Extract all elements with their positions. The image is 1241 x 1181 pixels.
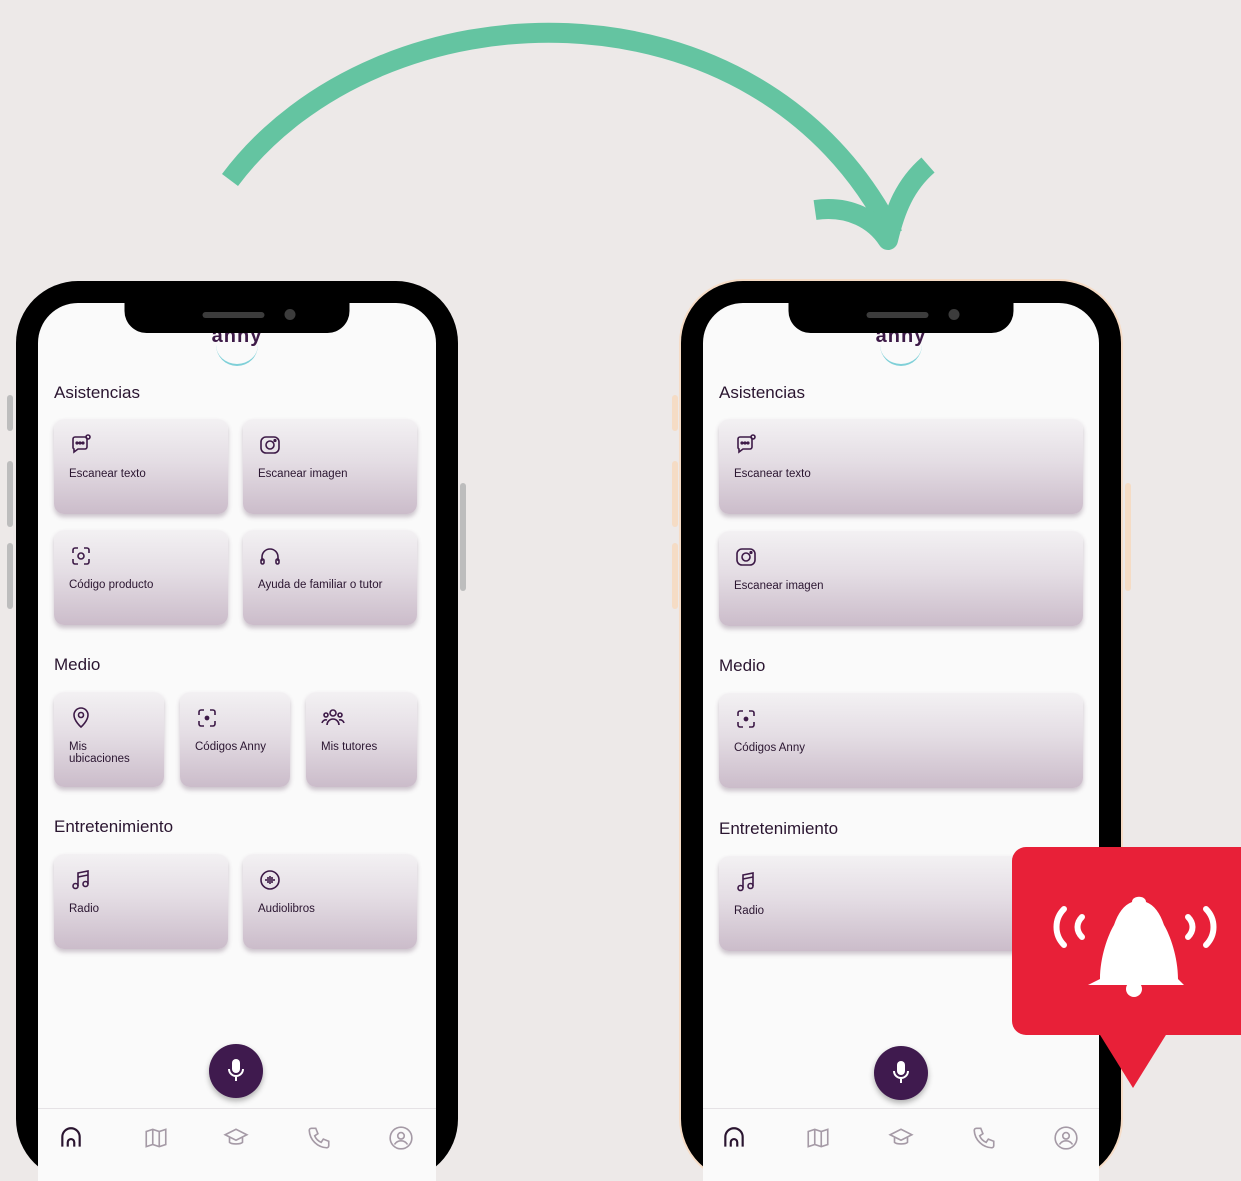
logo-smile [880,340,922,366]
chat-scan-icon [72,434,91,454]
card-escanear-imagen[interactable]: Escanear imagen [243,419,417,514]
transition-arrow [222,22,935,250]
profile-icon[interactable] [1053,1125,1079,1151]
card-codigos-anny[interactable]: Códigos Anny [180,692,290,787]
card-escanear-texto[interactable]: Escanear texto [719,419,1083,514]
card-label: Ayuda de familiar o tutor [258,579,383,591]
music-note-icon [72,870,89,890]
app-screen: anny Asistencias Escanear texto Escanear… [38,303,436,1181]
alarm-bell-icon [1053,896,1217,997]
section-title-medio: Medio [719,656,766,675]
section-title-entretenimiento: Entretenimiento [719,819,839,838]
front-camera [948,309,960,320]
camera-icon [260,436,280,454]
chat-scan-icon [737,434,756,454]
alert-badge [1012,847,1241,1035]
map-icon[interactable] [143,1125,169,1151]
map-icon[interactable] [805,1125,831,1151]
card-label: Mis tutores [321,741,378,753]
logo-smile [216,340,258,366]
phone-icon[interactable] [971,1125,997,1151]
bottom-tab-bar [703,1108,1099,1181]
music-note-icon [737,872,754,892]
section-title-medio: Medio [54,655,101,674]
section-title-entretenimiento: Entretenimiento [54,817,174,836]
card-label: Escanear texto [69,468,146,480]
card-audiolibros[interactable]: Audiolibros [243,854,417,949]
volume-up-button [7,461,13,527]
barcode-scan-icon [72,547,90,565]
group-icon [321,709,345,726]
card-label: Mis ubicaciones [69,741,130,765]
headphones-icon [260,548,280,565]
card-escanear-texto[interactable]: Escanear texto [54,419,228,514]
card-radio[interactable]: Radio [54,854,228,949]
mute-switch [672,395,678,431]
alert-badge-tail [1097,1030,1169,1088]
card-escanear-imagen[interactable]: Escanear imagen [719,531,1083,626]
home-icon[interactable] [721,1125,747,1151]
profile-icon[interactable] [388,1125,414,1151]
card-label: Códigos Anny [195,741,266,753]
app-screen: anny Asistencias Escanear texto Escanear… [703,303,1099,1181]
mute-switch [7,395,13,431]
graduation-cap-icon[interactable] [888,1125,914,1151]
section-title-asistencias: Asistencias [54,383,140,402]
card-codigos-anny[interactable]: Códigos Anny [719,693,1083,788]
card-codigo-producto[interactable]: Código producto [54,530,228,625]
microphone-button[interactable] [209,1044,263,1098]
card-label: Audiolibros [258,903,315,915]
phone-after: anny Asistencias Escanear texto Escanear… [681,281,1121,1181]
phone-icon[interactable] [306,1125,332,1151]
card-mis-tutores[interactable]: Mis tutores [306,692,417,787]
audio-wave-icon [260,870,280,890]
camera-icon [736,548,756,566]
power-button [460,483,466,591]
card-mis-ubicaciones[interactable]: Mis ubicaciones [54,692,164,787]
card-ayuda-familiar[interactable]: Ayuda de familiar o tutor [243,530,417,625]
microphone-icon [893,1061,909,1083]
notch [788,303,1014,333]
home-icon[interactable] [58,1125,84,1151]
volume-up-button [672,461,678,527]
notch [124,303,350,333]
qr-scan-icon [737,710,755,728]
front-camera [284,309,296,320]
card-label: Códigos Anny [734,742,805,754]
card-label: Escanear imagen [258,468,348,480]
volume-down-button [672,543,678,609]
section-title-asistencias: Asistencias [719,383,805,402]
qr-scan-icon [198,709,216,727]
power-button [1125,483,1131,591]
phone-before: anny Asistencias Escanear texto Escanear… [16,281,458,1181]
volume-down-button [7,543,13,609]
microphone-icon [228,1059,244,1081]
bottom-tab-bar [38,1108,436,1181]
card-label: Radio [734,905,765,917]
microphone-button[interactable] [874,1046,928,1100]
card-label: Escanear texto [734,468,811,480]
card-label: Escanear imagen [734,580,824,592]
card-label: Código producto [69,579,154,591]
card-label: Radio [69,903,100,915]
graduation-cap-icon[interactable] [223,1125,249,1151]
location-pin-icon [73,707,89,729]
